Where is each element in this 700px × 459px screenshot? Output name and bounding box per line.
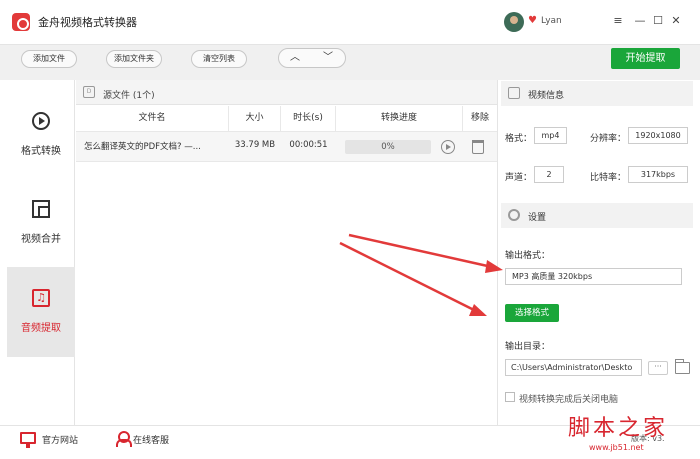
annotation-arrows: [339, 233, 503, 316]
watermark-text: 脚本之家: [568, 416, 669, 441]
annotation-arrowhead: [485, 260, 503, 273]
watermark-url: www.jb51.net: [589, 443, 644, 452]
annotation-arrowhead: [469, 304, 487, 316]
official-website-link[interactable]: 官方网站: [42, 433, 78, 446]
monitor-icon: [20, 432, 36, 448]
person-icon: [116, 431, 132, 447]
annotation-arrow-format: [348, 233, 493, 269]
annotation-arrow-select: [339, 241, 477, 313]
online-support-link[interactable]: 在线客服: [133, 433, 169, 446]
